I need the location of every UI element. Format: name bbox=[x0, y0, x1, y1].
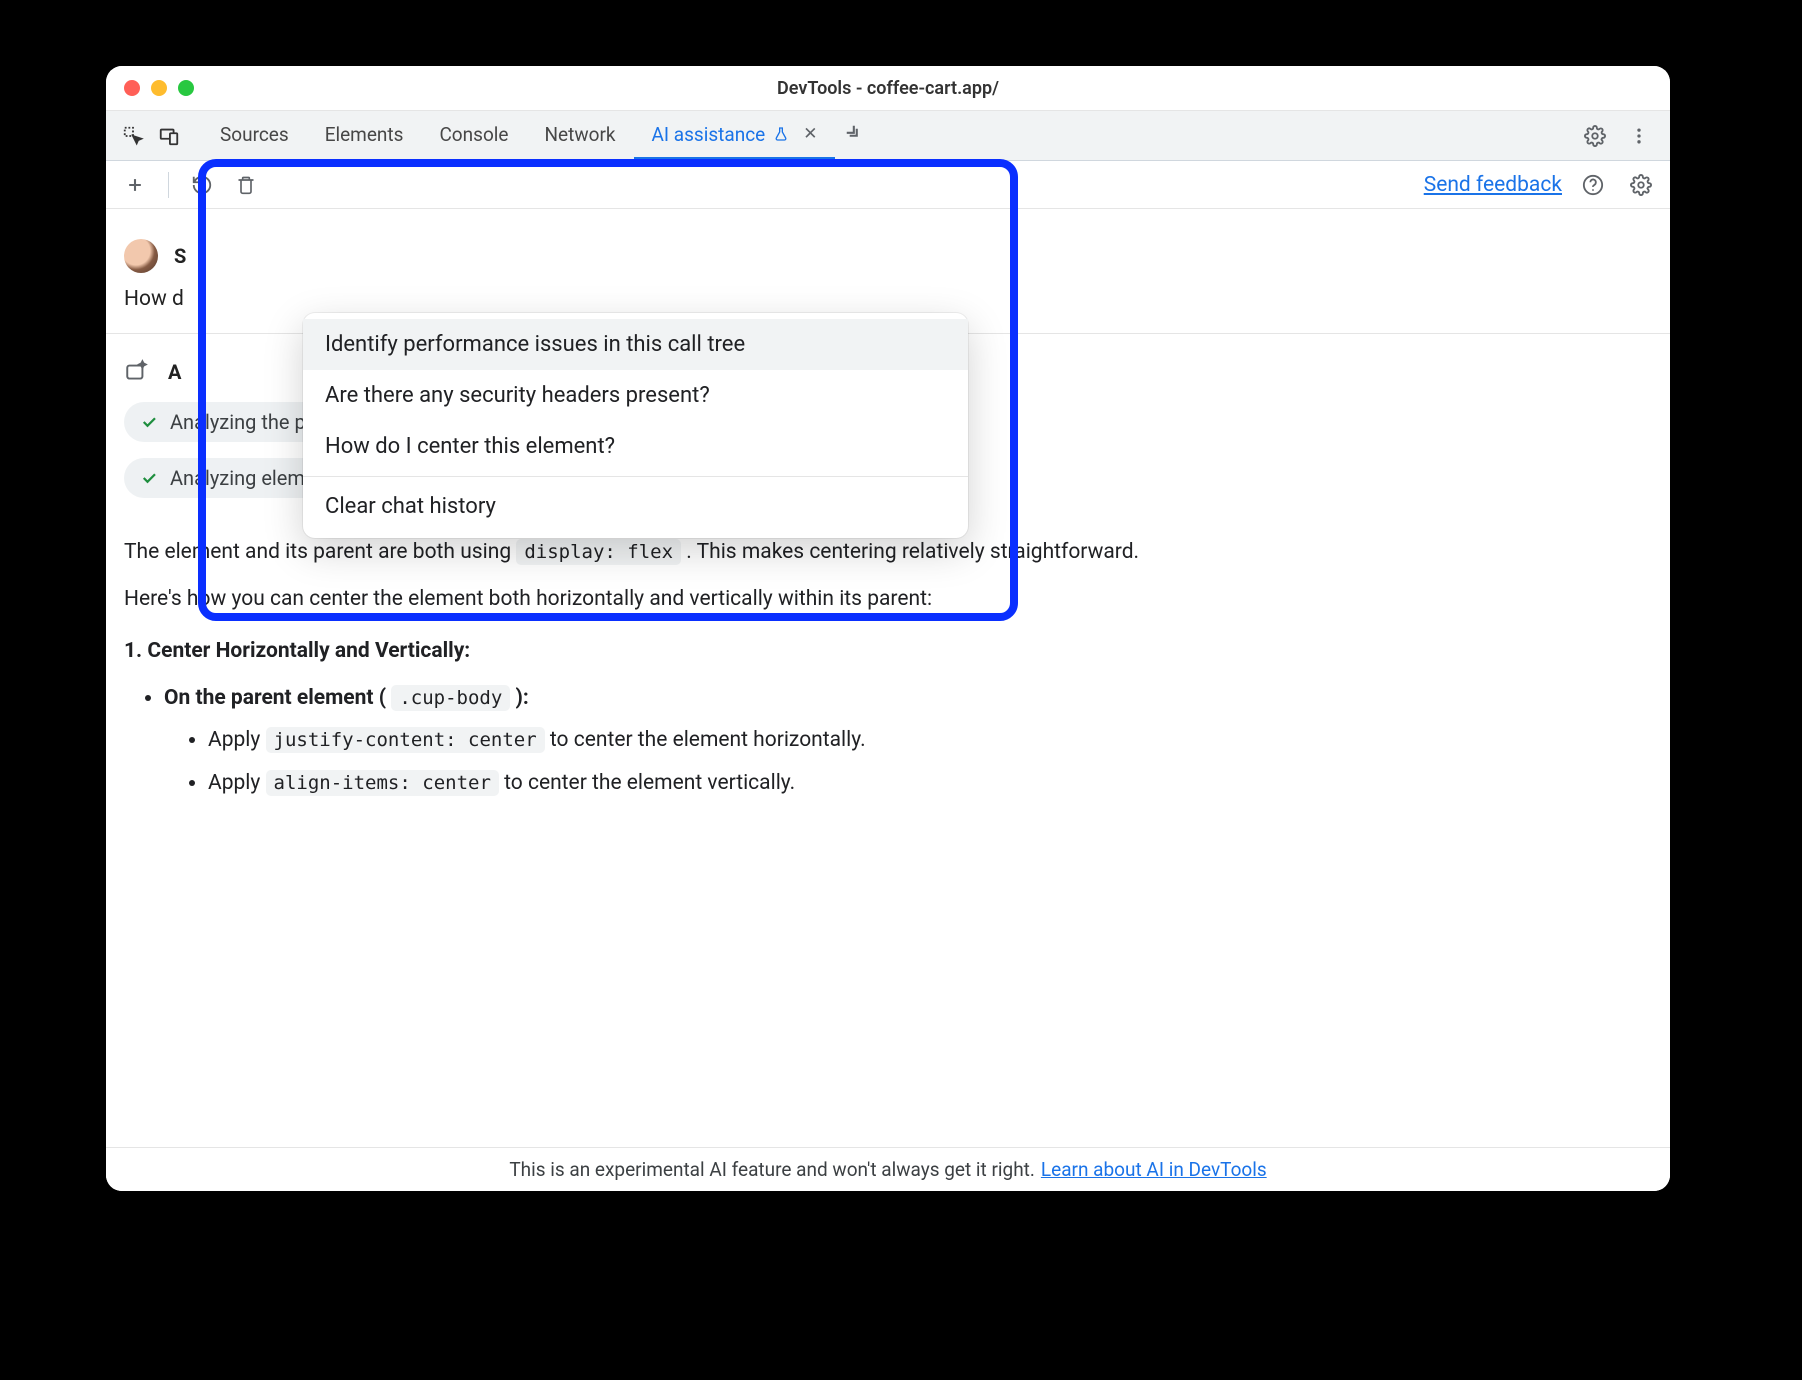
ai-label: A bbox=[168, 360, 181, 384]
more-tabs-button[interactable] bbox=[835, 111, 875, 160]
text: ): bbox=[515, 686, 528, 710]
clear-history-item[interactable]: Clear chat history bbox=[303, 481, 968, 532]
text: . This makes centering relatively straig… bbox=[686, 540, 1139, 564]
text: to center the element vertically. bbox=[504, 771, 795, 795]
inspect-element-icon[interactable] bbox=[118, 121, 148, 151]
titlebar: DevTools - coffee-cart.app/ bbox=[106, 66, 1670, 111]
list-item: On the parent element ( .cup-body ): App… bbox=[164, 682, 1652, 800]
code-inline: display: flex bbox=[516, 539, 681, 565]
user-initial: S bbox=[174, 244, 186, 268]
help-icon[interactable] bbox=[1576, 168, 1610, 202]
kebab-menu-icon[interactable] bbox=[1624, 121, 1654, 151]
tab-ai-label: AI assistance bbox=[652, 123, 766, 146]
send-feedback-link[interactable]: Send feedback bbox=[1424, 173, 1562, 197]
devtools-window: DevTools - coffee-cart.app/ Sources Elem… bbox=[106, 66, 1670, 1191]
minimize-window-button[interactable] bbox=[151, 80, 167, 96]
ai-response: The element and its parent are both usin… bbox=[106, 516, 1670, 799]
close-window-button[interactable] bbox=[124, 80, 140, 96]
ai-sparkle-icon bbox=[124, 358, 152, 386]
tab-console-label: Console bbox=[439, 123, 508, 146]
tab-network-label: Network bbox=[544, 123, 615, 146]
history-dropdown: Identify performance issues in this call… bbox=[303, 313, 968, 538]
new-chat-button[interactable] bbox=[118, 168, 152, 202]
tab-elements[interactable]: Elements bbox=[307, 111, 422, 160]
list-item: Apply justify-content: center to center … bbox=[208, 724, 1652, 757]
check-icon bbox=[140, 469, 158, 487]
tab-sources-label: Sources bbox=[220, 123, 289, 146]
flask-icon bbox=[773, 126, 789, 142]
text: Apply bbox=[208, 771, 266, 795]
code-inline: justify-content: center bbox=[266, 727, 545, 753]
history-item[interactable]: Are there any security headers present? bbox=[303, 370, 968, 421]
user-header: S bbox=[106, 209, 1670, 273]
panel-tabbar: Sources Elements Console Network AI assi… bbox=[106, 111, 1670, 161]
text: Apply bbox=[208, 728, 266, 752]
check-icon bbox=[140, 413, 158, 431]
response-heading: 1. Center Horizontally and Vertically: bbox=[124, 635, 1652, 668]
zoom-window-button[interactable] bbox=[178, 80, 194, 96]
toolbar-separator bbox=[168, 172, 169, 198]
text: Here's how you can center the element bo… bbox=[124, 583, 1652, 616]
disclaimer-footer: This is an experimental AI feature and w… bbox=[106, 1147, 1670, 1191]
tab-network[interactable]: Network bbox=[526, 111, 633, 160]
disclaimer-text: This is an experimental AI feature and w… bbox=[509, 1158, 1035, 1181]
text: On the parent element ( bbox=[164, 686, 391, 710]
window-title: DevTools - coffee-cart.app/ bbox=[777, 78, 999, 99]
code-inline: align-items: center bbox=[266, 770, 499, 796]
device-toggle-icon[interactable] bbox=[154, 121, 184, 151]
ai-toolbar: Send feedback bbox=[106, 161, 1670, 209]
history-button[interactable] bbox=[185, 168, 219, 202]
text: to center the element horizontally. bbox=[550, 728, 866, 752]
panel-settings-icon[interactable] bbox=[1624, 168, 1658, 202]
code-inline: .cup-body bbox=[391, 685, 510, 711]
tab-console[interactable]: Console bbox=[421, 111, 526, 160]
delete-button[interactable] bbox=[229, 168, 263, 202]
traffic-lights bbox=[124, 80, 194, 96]
tab-elements-label: Elements bbox=[325, 123, 404, 146]
settings-gear-icon[interactable] bbox=[1580, 121, 1610, 151]
history-item[interactable]: How do I center this element? bbox=[303, 421, 968, 472]
close-icon[interactable]: ✕ bbox=[803, 124, 817, 144]
history-item[interactable]: Identify performance issues in this call… bbox=[303, 319, 968, 370]
dropdown-divider bbox=[303, 476, 968, 477]
learn-more-link[interactable]: Learn about AI in DevTools bbox=[1041, 1158, 1267, 1181]
avatar bbox=[124, 239, 158, 273]
tab-ai-assistance[interactable]: AI assistance ✕ bbox=[634, 111, 836, 160]
list-item: Apply align-items: center to center the … bbox=[208, 767, 1652, 800]
tab-sources[interactable]: Sources bbox=[202, 111, 307, 160]
text: The element and its parent are both usin… bbox=[124, 540, 516, 564]
